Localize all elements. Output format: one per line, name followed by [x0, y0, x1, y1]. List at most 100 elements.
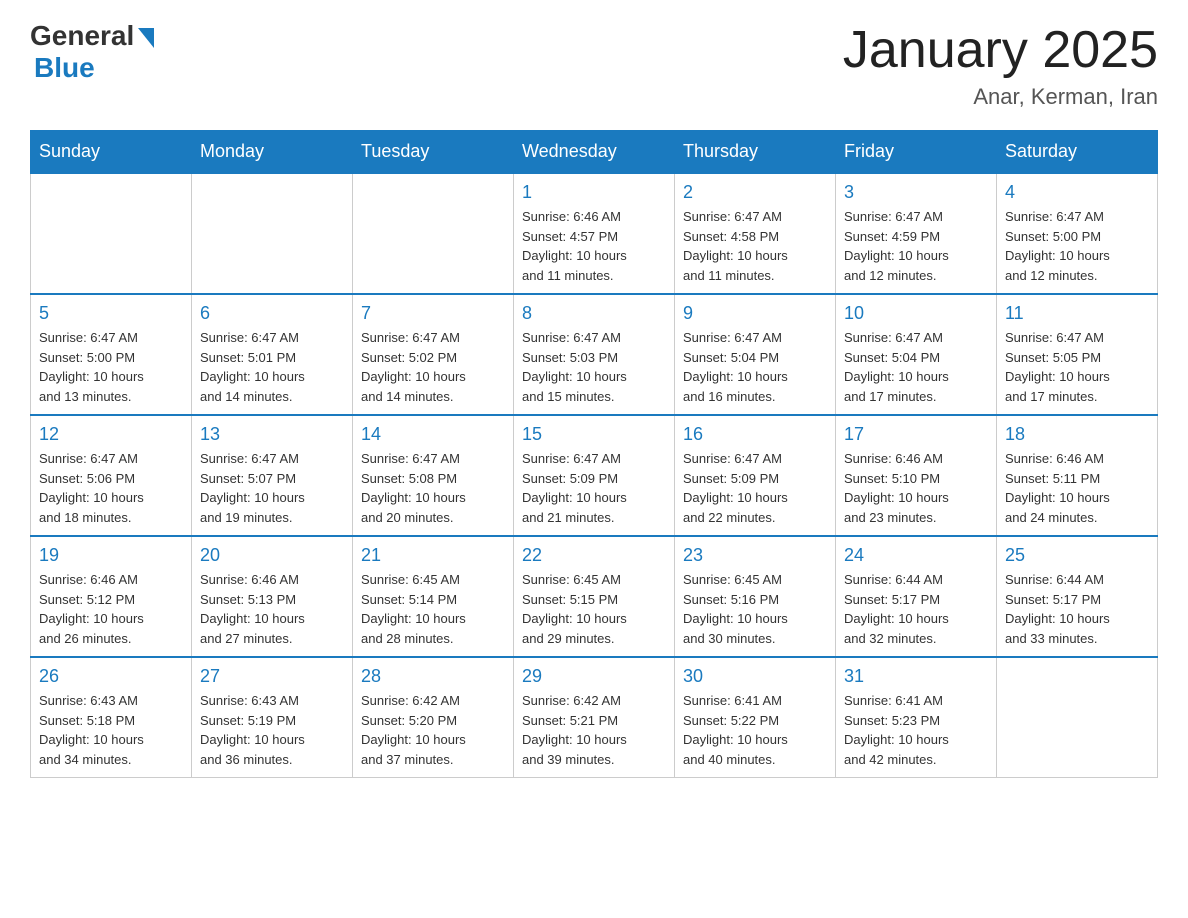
day-info: Sunrise: 6:47 AM Sunset: 5:09 PM Dayligh…: [683, 449, 827, 527]
calendar-cell: 22Sunrise: 6:45 AM Sunset: 5:15 PM Dayli…: [514, 536, 675, 657]
calendar-cell: 12Sunrise: 6:47 AM Sunset: 5:06 PM Dayli…: [31, 415, 192, 536]
day-info: Sunrise: 6:47 AM Sunset: 5:00 PM Dayligh…: [1005, 207, 1149, 285]
day-number: 20: [200, 545, 344, 566]
day-number: 2: [683, 182, 827, 203]
logo: General Blue: [30, 20, 154, 84]
day-number: 18: [1005, 424, 1149, 445]
calendar-cell: 16 Sunrise: 6:47 AM Sunset: 5:09 PM Dayli…: [675, 415, 836, 536]
day-number: 8: [522, 303, 666, 324]
day-number: 25: [1005, 545, 1149, 566]
day-number: 4: [1005, 182, 1149, 203]
day-info: Sunrise: 6:46 AM Sunset: 4:57 PM Dayligh…: [522, 207, 666, 285]
day-info: Sunrise: 6:43 AM Sunset: 5:19 PM Dayligh…: [200, 691, 344, 769]
calendar-cell: 26Sunrise: 6:43 AM Sunset: 5:18 PM Dayli…: [31, 657, 192, 778]
day-number: 17: [844, 424, 988, 445]
day-info: Sunrise: 6:47 AM Sunset: 5:08 PM Dayligh…: [361, 449, 505, 527]
calendar-cell: 8 Sunrise: 6:47 AM Sunset: 5:03 PM Daylig…: [514, 294, 675, 415]
day-info: Sunrise: 6:44 AM Sunset: 5:17 PM Dayligh…: [1005, 570, 1149, 648]
calendar-cell: 23 Sunrise: 6:45 AM Sunset: 5:16 PM Dayli…: [675, 536, 836, 657]
day-number: 29: [522, 666, 666, 687]
calendar-cell: 7 Sunrise: 6:47 AM Sunset: 5:02 PM Daylig…: [353, 294, 514, 415]
day-info: Sunrise: 6:47 AM Sunset: 4:58 PM Dayligh…: [683, 207, 827, 285]
calendar-cell: 31 Sunrise: 6:41 AM Sunset: 5:23 PM Dayli…: [836, 657, 997, 778]
day-number: 23: [683, 545, 827, 566]
day-info: Sunrise: 6:45 AM Sunset: 5:15 PM Dayligh…: [522, 570, 666, 648]
calendar-cell: 24Sunrise: 6:44 AM Sunset: 5:17 PM Dayli…: [836, 536, 997, 657]
day-info: Sunrise: 6:46 AM Sunset: 5:12 PM Dayligh…: [39, 570, 183, 648]
day-info: Sunrise: 6:47 AM Sunset: 5:05 PM Dayligh…: [1005, 328, 1149, 406]
day-number: 27: [200, 666, 344, 687]
calendar-header-saturday: Saturday: [997, 131, 1158, 174]
day-info: Sunrise: 6:47 AM Sunset: 4:59 PM Dayligh…: [844, 207, 988, 285]
day-info: Sunrise: 6:47 AM Sunset: 5:07 PM Dayligh…: [200, 449, 344, 527]
day-info: Sunrise: 6:46 AM Sunset: 5:13 PM Dayligh…: [200, 570, 344, 648]
day-info: Sunrise: 6:47 AM Sunset: 5:00 PM Dayligh…: [39, 328, 183, 406]
page-header: General Blue January 2025 Anar, Kerman, …: [30, 20, 1158, 110]
logo-blue-text: Blue: [34, 52, 95, 84]
calendar-cell: 11Sunrise: 6:47 AM Sunset: 5:05 PM Dayli…: [997, 294, 1158, 415]
day-number: 21: [361, 545, 505, 566]
calendar-cell: 5Sunrise: 6:47 AM Sunset: 5:00 PM Daylig…: [31, 294, 192, 415]
calendar-week-row: 12Sunrise: 6:47 AM Sunset: 5:06 PM Dayli…: [31, 415, 1158, 536]
calendar-cell: 27 Sunrise: 6:43 AM Sunset: 5:19 PM Dayli…: [192, 657, 353, 778]
day-info: Sunrise: 6:47 AM Sunset: 5:09 PM Dayligh…: [522, 449, 666, 527]
day-info: Sunrise: 6:45 AM Sunset: 5:14 PM Dayligh…: [361, 570, 505, 648]
day-info: Sunrise: 6:46 AM Sunset: 5:10 PM Dayligh…: [844, 449, 988, 527]
day-number: 12: [39, 424, 183, 445]
calendar-cell: 15 Sunrise: 6:47 AM Sunset: 5:09 PM Dayli…: [514, 415, 675, 536]
calendar-week-row: 1 Sunrise: 6:46 AM Sunset: 4:57 PM Daylig…: [31, 173, 1158, 294]
calendar-subtitle: Anar, Kerman, Iran: [843, 84, 1158, 110]
calendar-cell: [192, 173, 353, 294]
calendar-header-friday: Friday: [836, 131, 997, 174]
calendar-cell: [997, 657, 1158, 778]
day-number: 14: [361, 424, 505, 445]
calendar-cell: 21 Sunrise: 6:45 AM Sunset: 5:14 PM Dayli…: [353, 536, 514, 657]
calendar-table: SundayMondayTuesdayWednesdayThursdayFrid…: [30, 130, 1158, 778]
calendar-cell: 1 Sunrise: 6:46 AM Sunset: 4:57 PM Daylig…: [514, 173, 675, 294]
calendar-cell: 19 Sunrise: 6:46 AM Sunset: 5:12 PM Dayli…: [31, 536, 192, 657]
calendar-title: January 2025: [843, 20, 1158, 80]
calendar-header-sunday: Sunday: [31, 131, 192, 174]
calendar-cell: 13Sunrise: 6:47 AM Sunset: 5:07 PM Dayli…: [192, 415, 353, 536]
day-number: 31: [844, 666, 988, 687]
day-info: Sunrise: 6:45 AM Sunset: 5:16 PM Dayligh…: [683, 570, 827, 648]
calendar-cell: 18 Sunrise: 6:46 AM Sunset: 5:11 PM Dayli…: [997, 415, 1158, 536]
day-number: 15: [522, 424, 666, 445]
calendar-week-row: 5Sunrise: 6:47 AM Sunset: 5:00 PM Daylig…: [31, 294, 1158, 415]
calendar-cell: 2 Sunrise: 6:47 AM Sunset: 4:58 PM Daylig…: [675, 173, 836, 294]
calendar-header-wednesday: Wednesday: [514, 131, 675, 174]
day-number: 1: [522, 182, 666, 203]
day-number: 7: [361, 303, 505, 324]
calendar-cell: 30 Sunrise: 6:41 AM Sunset: 5:22 PM Dayli…: [675, 657, 836, 778]
day-number: 26: [39, 666, 183, 687]
calendar-cell: 3 Sunrise: 6:47 AM Sunset: 4:59 PM Daylig…: [836, 173, 997, 294]
calendar-cell: 29Sunrise: 6:42 AM Sunset: 5:21 PM Dayli…: [514, 657, 675, 778]
day-number: 3: [844, 182, 988, 203]
day-number: 28: [361, 666, 505, 687]
logo-arrow-icon: [138, 28, 154, 48]
day-info: Sunrise: 6:41 AM Sunset: 5:22 PM Dayligh…: [683, 691, 827, 769]
calendar-week-row: 19 Sunrise: 6:46 AM Sunset: 5:12 PM Dayli…: [31, 536, 1158, 657]
day-info: Sunrise: 6:47 AM Sunset: 5:03 PM Dayligh…: [522, 328, 666, 406]
day-number: 10: [844, 303, 988, 324]
day-info: Sunrise: 6:47 AM Sunset: 5:04 PM Dayligh…: [683, 328, 827, 406]
day-number: 19: [39, 545, 183, 566]
day-info: Sunrise: 6:47 AM Sunset: 5:02 PM Dayligh…: [361, 328, 505, 406]
calendar-header-tuesday: Tuesday: [353, 131, 514, 174]
day-info: Sunrise: 6:42 AM Sunset: 5:20 PM Dayligh…: [361, 691, 505, 769]
calendar-week-row: 26Sunrise: 6:43 AM Sunset: 5:18 PM Dayli…: [31, 657, 1158, 778]
day-number: 24: [844, 545, 988, 566]
calendar-cell: 20 Sunrise: 6:46 AM Sunset: 5:13 PM Dayli…: [192, 536, 353, 657]
calendar-cell: 6Sunrise: 6:47 AM Sunset: 5:01 PM Daylig…: [192, 294, 353, 415]
calendar-cell: 14 Sunrise: 6:47 AM Sunset: 5:08 PM Dayli…: [353, 415, 514, 536]
day-number: 30: [683, 666, 827, 687]
calendar-cell: 17 Sunrise: 6:46 AM Sunset: 5:10 PM Dayli…: [836, 415, 997, 536]
logo-general-text: General: [30, 20, 134, 52]
calendar-header-monday: Monday: [192, 131, 353, 174]
day-number: 16: [683, 424, 827, 445]
calendar-cell: 9Sunrise: 6:47 AM Sunset: 5:04 PM Daylig…: [675, 294, 836, 415]
day-info: Sunrise: 6:41 AM Sunset: 5:23 PM Dayligh…: [844, 691, 988, 769]
calendar-cell: 25 Sunrise: 6:44 AM Sunset: 5:17 PM Dayli…: [997, 536, 1158, 657]
day-info: Sunrise: 6:46 AM Sunset: 5:11 PM Dayligh…: [1005, 449, 1149, 527]
calendar-header-thursday: Thursday: [675, 131, 836, 174]
